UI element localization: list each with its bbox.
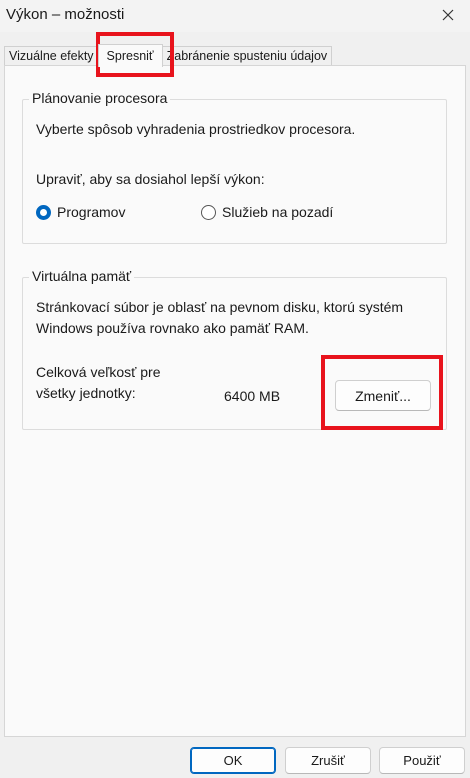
title-bar: Výkon – možnosti	[0, 0, 470, 32]
tab-data-execution-prevention[interactable]: Zabránenie spusteniu údajov	[161, 46, 333, 66]
tab-advanced[interactable]: Spresniť	[97, 44, 163, 67]
radio-background-services[interactable]: Služieb na pozadí	[201, 204, 333, 220]
processor-scheduling-group: Plánovanie procesora Vyberte spôsob vyhr…	[22, 90, 447, 244]
processor-adjust-label: Upraviť, aby sa dosiahol lepší výkon:	[36, 171, 265, 187]
close-button[interactable]	[432, 2, 464, 28]
close-icon	[442, 9, 454, 21]
ok-button[interactable]: OK	[190, 747, 276, 774]
radio-programs[interactable]: Programov	[36, 204, 125, 220]
dialog-footer: OK Zrušiť Použiť	[0, 737, 470, 778]
performance-options-window: Výkon – možnosti Vizuálne efekty Spresni…	[0, 0, 470, 778]
processor-scheduling-legend: Plánovanie procesora	[29, 90, 171, 106]
radio-programs-label: Programov	[57, 204, 126, 220]
total-size-label-line2: všetky jednotky:	[36, 385, 136, 401]
total-size-label-line1: Celková veľkosť pre	[36, 364, 161, 380]
radio-programs-indicator	[36, 204, 51, 220]
tab-panel-advanced: Plánovanie procesora Vyberte spôsob vyhr…	[4, 65, 466, 737]
total-size-value: 6400 MB	[224, 388, 281, 404]
virtual-memory-description-line1: Stránkovací súbor je oblasť na pevnom di…	[36, 299, 404, 315]
radio-background-services-label: Služieb na pozadí	[222, 204, 334, 220]
processor-description: Vyberte spôsob vyhradenia prostriedkov p…	[36, 121, 356, 137]
window-title: Výkon – možnosti	[6, 6, 125, 23]
cancel-button[interactable]: Zrušiť	[285, 747, 371, 774]
virtual-memory-description-line2: Windows používa rovnako ako pamäť RAM.	[36, 320, 309, 336]
radio-background-services-indicator	[201, 204, 216, 220]
tab-visual-effects[interactable]: Vizuálne efekty	[4, 46, 99, 66]
virtual-memory-legend: Virtuálna pamäť	[29, 268, 135, 284]
virtual-memory-group: Virtuálna pamäť Stránkovací súbor je obl…	[22, 268, 447, 430]
apply-button[interactable]: Použiť	[379, 747, 465, 774]
tab-strip: Vizuálne efekty Spresniť Zabránenie spus…	[4, 44, 333, 67]
change-button[interactable]: Zmeniť...	[335, 380, 431, 411]
